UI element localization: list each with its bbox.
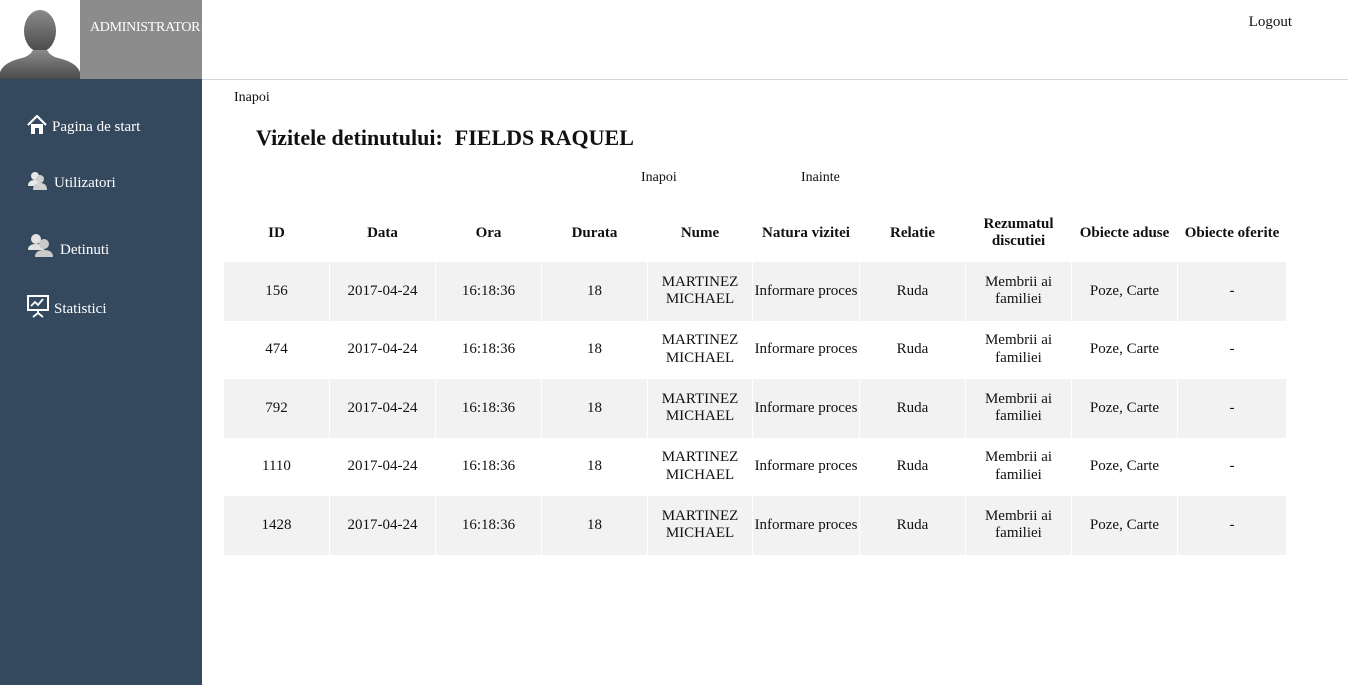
cell-rezumatul-discutiei: Membrii ai familiei bbox=[966, 379, 1071, 438]
column-header-natura-vizitei: Natura vizitei bbox=[762, 224, 850, 241]
cell-ora: 16:18:36 bbox=[436, 262, 541, 321]
sidebar-item-statistici[interactable]: Statistici bbox=[26, 294, 107, 318]
group-icon bbox=[26, 233, 54, 259]
cell-data: 2017-04-24 bbox=[347, 341, 418, 357]
cell-ora: 16:18:36 bbox=[461, 341, 516, 357]
cell-obiecte-oferite: - bbox=[1178, 379, 1286, 438]
pager-previous-link[interactable]: Inapoi bbox=[641, 170, 677, 186]
home-icon bbox=[26, 114, 48, 136]
column-header-durata: Durata bbox=[571, 224, 618, 241]
column-header-data: Data bbox=[367, 224, 398, 241]
table-header-row: ID Data Ora Durata Nume Natura vizitei R… bbox=[224, 204, 1286, 262]
cell-obiecte-aduse: Poze, Carte bbox=[1072, 379, 1177, 438]
cell-ora: 16:18:36 bbox=[461, 458, 516, 474]
column-header-relatie: Relatie bbox=[890, 224, 935, 241]
column-header-id: ID bbox=[268, 224, 285, 241]
sidebar-item-label: Pagina de start bbox=[52, 119, 141, 135]
users-icon bbox=[26, 170, 50, 192]
cell-obiecte-aduse: Poze, Carte bbox=[1089, 458, 1160, 474]
cell-data: 2017-04-24 bbox=[347, 458, 418, 474]
cell-obiecte-oferite: - bbox=[1229, 341, 1235, 357]
avatar bbox=[0, 0, 80, 79]
cell-nume: MARTINEZ MICHAEL bbox=[648, 262, 752, 321]
cell-nume: MARTINEZ MICHAEL bbox=[648, 379, 752, 438]
cell-nume: MARTINEZ MICHAEL bbox=[648, 496, 752, 555]
cell-id: 792 bbox=[224, 379, 329, 438]
sidebar-item-users[interactable]: Utilizatori bbox=[26, 170, 116, 192]
sidebar-item-label: Detinuti bbox=[60, 242, 110, 258]
user-silhouette-icon bbox=[0, 10, 80, 79]
sidebar: ADMINISTRATOR Pagina de start Utilizator… bbox=[0, 0, 202, 685]
cell-relatie: Ruda bbox=[896, 341, 929, 357]
profile-header: ADMINISTRATOR bbox=[0, 0, 202, 79]
cell-id: 1428 bbox=[224, 496, 329, 555]
cell-data: 2017-04-24 bbox=[330, 496, 435, 555]
chart-presentation-icon bbox=[26, 294, 50, 318]
cell-rezumatul-discutiei: Membrii ai familiei bbox=[966, 262, 1071, 321]
visits-table: ID Data Ora Durata Nume Natura vizitei R… bbox=[223, 204, 1287, 555]
pager-next-link[interactable]: Inainte bbox=[801, 170, 840, 186]
cell-nume: MARTINEZ MICHAEL bbox=[661, 449, 739, 483]
cell-durata: 18 bbox=[542, 496, 647, 555]
cell-durata: 18 bbox=[587, 458, 602, 474]
back-link[interactable]: Inapoi bbox=[234, 90, 270, 106]
cell-natura-vizitei: Informare proces bbox=[753, 379, 859, 438]
logout-link[interactable]: Logout bbox=[1249, 14, 1292, 31]
cell-natura-vizitei: Informare proces bbox=[753, 496, 859, 555]
column-header-ora: Ora bbox=[475, 224, 502, 241]
cell-durata: 18 bbox=[587, 341, 602, 357]
page-title-prefix: Vizitele detinutului: bbox=[256, 125, 443, 150]
cell-rezumatul-discutiei: Membrii ai familiei bbox=[984, 332, 1053, 366]
page-title: Vizitele detinutului: FIELDS RAQUEL bbox=[256, 125, 634, 151]
cell-data: 2017-04-24 bbox=[330, 379, 435, 438]
table-row: 1428 2017-04-24 16:18:36 18 MARTINEZ MICHAEL… bbox=[224, 496, 1286, 555]
sidebar-item-home[interactable]: Pagina de start bbox=[26, 114, 140, 136]
inmate-name: FIELDS RAQUEL bbox=[454, 125, 634, 150]
cell-obiecte-aduse: Poze, Carte bbox=[1072, 496, 1177, 555]
cell-obiecte-aduse: Poze, Carte bbox=[1072, 262, 1177, 321]
cell-relatie: Ruda bbox=[860, 496, 965, 555]
cell-relatie: Ruda bbox=[896, 458, 929, 474]
cell-id: 156 bbox=[224, 262, 329, 321]
table-row: 1110 2017-04-24 16:18:36 18 MARTINEZ MICHAEL… bbox=[224, 438, 1286, 497]
cell-ora: 16:18:36 bbox=[436, 496, 541, 555]
cell-relatie: Ruda bbox=[860, 379, 965, 438]
cell-ora: 16:18:36 bbox=[436, 379, 541, 438]
cell-data: 2017-04-24 bbox=[330, 262, 435, 321]
table-row: 474 2017-04-24 16:18:36 18 MARTINEZ MICHAEL I… bbox=[224, 321, 1286, 380]
cell-nume: MARTINEZ MICHAEL bbox=[661, 332, 739, 366]
cell-obiecte-oferite: - bbox=[1229, 458, 1235, 474]
sidebar-item-label: Statistici bbox=[54, 301, 107, 317]
cell-rezumatul-discutiei: Membrii ai familiei bbox=[984, 449, 1053, 483]
cell-relatie: Ruda bbox=[860, 262, 965, 321]
table-row: 792 2017-04-24 16:18:36 18 MARTINEZ MICHAEL I… bbox=[224, 379, 1286, 438]
cell-obiecte-aduse: Poze, Carte bbox=[1089, 341, 1160, 357]
cell-id: 474 bbox=[265, 341, 288, 357]
sidebar-item-detinuti[interactable]: Detinuti bbox=[26, 233, 109, 259]
cell-durata: 18 bbox=[542, 262, 647, 321]
cell-obiecte-oferite: - bbox=[1178, 496, 1286, 555]
column-header-nume: Nume bbox=[680, 224, 720, 241]
column-header-obiecte-aduse: Obiecte aduse bbox=[1079, 224, 1170, 241]
cell-natura-vizitei: Informare proces bbox=[754, 458, 858, 474]
cell-durata: 18 bbox=[542, 379, 647, 438]
cell-obiecte-oferite: - bbox=[1178, 262, 1286, 321]
top-bar: Logout bbox=[202, 0, 1348, 80]
table-body: 156 2017-04-24 16:18:36 18 MARTINEZ MICHAEL I… bbox=[224, 262, 1286, 555]
column-header-obiecte-oferite: Obiecte oferite bbox=[1184, 224, 1280, 241]
cell-id: 1110 bbox=[262, 458, 291, 474]
cell-natura-vizitei: Informare proces bbox=[753, 262, 859, 321]
table-row: 156 2017-04-24 16:18:36 18 MARTINEZ MICHAEL I… bbox=[224, 262, 1286, 321]
sidebar-item-label: Utilizatori bbox=[54, 175, 116, 191]
admin-name: ADMINISTRATOR bbox=[90, 20, 201, 35]
column-header-rezumatul-discutiei: Rezumatul discutiei bbox=[983, 216, 1054, 249]
cell-natura-vizitei: Informare proces bbox=[754, 341, 858, 357]
cell-rezumatul-discutiei: Membrii ai familiei bbox=[966, 496, 1071, 555]
